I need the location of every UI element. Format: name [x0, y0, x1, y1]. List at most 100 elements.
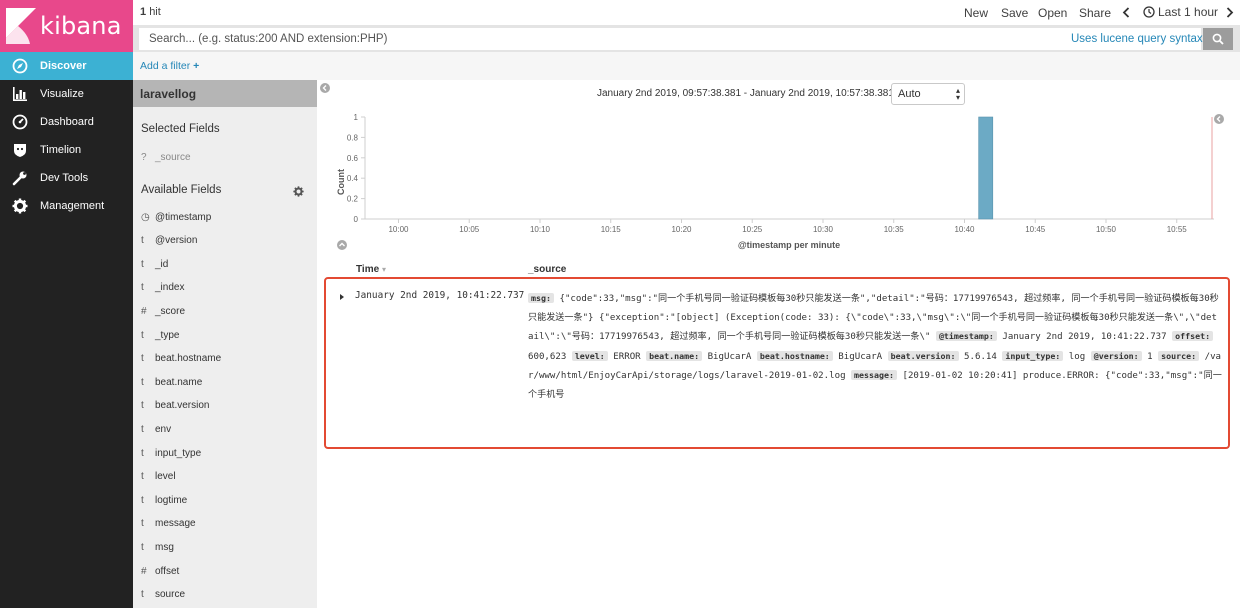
source-field-value: 600,623 [528, 351, 567, 362]
field-name: input_type [155, 447, 202, 459]
field-name: _id [155, 258, 169, 270]
field-item-index[interactable]: t _index [133, 277, 317, 299]
collapse-sidebar-icon[interactable] [320, 83, 330, 93]
add-filter-label: Add a filter [140, 60, 191, 72]
open-button[interactable]: Open [1038, 6, 1067, 20]
field-item-id[interactable]: t _id [133, 253, 317, 275]
selected-field-item[interactable]: ? _source [133, 146, 317, 168]
field-item-beat-name[interactable]: t beat.name [133, 371, 317, 393]
histogram-bar[interactable] [978, 116, 994, 220]
nav-item-timelion[interactable]: Timelion [0, 136, 133, 164]
x-tick-label: 10:45 [1025, 225, 1046, 234]
field-name: beat.name [155, 376, 203, 388]
nav-item-dev-tools[interactable]: Dev Tools [0, 164, 133, 192]
chart-collapse-right-icon[interactable] [1214, 114, 1224, 124]
nav-item-management[interactable]: Management [0, 192, 133, 220]
field-item-source[interactable]: t source [133, 584, 317, 606]
share-button[interactable]: Share [1079, 6, 1111, 20]
available-fields-title: Available Fields [141, 184, 222, 196]
source-field-value: 5.6.14 [964, 351, 997, 362]
field-name: beat.version [155, 400, 210, 412]
compass-icon [11, 57, 29, 75]
clock-icon [1143, 6, 1155, 18]
hit-count-label: hit [149, 6, 161, 18]
nav-item-discover[interactable]: Discover [0, 52, 133, 80]
time-picker-label: Last 1 hour [1158, 5, 1219, 19]
chart-axes: 0 0.2 0.4 0.6 0.8 1 10:00 10:05 10:10 10:15 10:20 1… [347, 113, 1214, 234]
source-field-value: ERROR [613, 351, 641, 362]
kibana-logo[interactable]: kibana [0, 0, 133, 52]
field-item-level[interactable]: t level [133, 466, 317, 488]
search-input[interactable] [139, 28, 1201, 50]
y-tick-label: 0.4 [347, 174, 359, 183]
field-name: @timestamp [155, 211, 212, 223]
index-pattern-header[interactable]: laravellog [133, 80, 317, 107]
source-field-key: @version: [1090, 350, 1142, 361]
document-timestamp: January 2nd 2019, 10:41:22.737 [355, 290, 525, 301]
field-item-beat-hostname[interactable]: t beat.hostname [133, 348, 317, 370]
plus-icon: + [193, 60, 200, 72]
field-name: @version [155, 235, 198, 247]
collapse-chart-icon[interactable] [337, 240, 347, 250]
x-tick-label: 10:25 [742, 225, 763, 234]
field-name: logtime [155, 494, 188, 506]
nav-item-visualize[interactable]: Visualize [0, 80, 133, 108]
field-item-timestamp[interactable]: ◷ @timestamp [133, 206, 317, 228]
hit-count-number: 1 [140, 6, 147, 18]
hit-count: 1 hit [140, 6, 161, 18]
field-name: beat.hostname [155, 353, 222, 365]
nav-item-label: Management [40, 200, 105, 212]
field-name: source [155, 589, 186, 601]
field-item-type[interactable]: t _type [133, 324, 317, 346]
field-item-msg[interactable]: t msg [133, 536, 317, 558]
x-tick-label: 10:30 [813, 225, 834, 234]
field-item-input-type[interactable]: t input_type [133, 442, 317, 464]
source-field-key: beat.version: [887, 350, 959, 361]
save-button[interactable]: Save [1001, 6, 1028, 20]
dashboard-gauge-icon [11, 113, 29, 131]
timelion-shield-icon [11, 141, 29, 159]
field-name: level [155, 471, 176, 483]
nav-item-label: Dashboard [40, 116, 94, 128]
field-name: _score [155, 305, 186, 317]
top-bar: 1 hit New Save Open Share Last 1 hour [133, 0, 1240, 25]
source-field-key: @timestamp: [935, 331, 997, 342]
kibana-logo-mark-icon [6, 8, 36, 44]
source-field-value: BigUcarA [838, 351, 883, 362]
field-name: env [155, 423, 172, 435]
field-item-logtime[interactable]: t logtime [133, 489, 317, 511]
nav-item-label: Timelion [40, 144, 82, 156]
source-field-key: beat.name: [646, 350, 703, 361]
search-button[interactable] [1203, 28, 1233, 50]
x-tick-label: 10:15 [601, 225, 622, 234]
nav-item-dashboard[interactable]: Dashboard [0, 108, 133, 136]
time-picker[interactable]: Last 1 hour [1143, 5, 1218, 19]
chevron-right-icon[interactable] [1226, 7, 1234, 18]
column-header-time[interactable]: Time ▾ [356, 264, 386, 275]
source-field-key: source: [1158, 350, 1200, 361]
field-item-score[interactable]: # _score [133, 300, 317, 322]
add-filter-button[interactable]: Add a filter + [140, 60, 199, 72]
y-tick-label: 0.8 [347, 133, 359, 142]
field-item-offset[interactable]: # offset [133, 560, 317, 582]
kibana-logo-text: kibana [40, 12, 122, 40]
field-settings-gear-icon[interactable] [293, 186, 304, 197]
column-header-time-label: Time [356, 264, 380, 275]
chevron-left-icon[interactable] [1122, 7, 1130, 18]
field-item-env[interactable]: t env [133, 418, 317, 440]
x-tick-label: 10:05 [459, 225, 480, 234]
expand-row-icon[interactable] [339, 293, 345, 301]
field-item-beat-version[interactable]: t beat.version [133, 395, 317, 417]
document-source: msg: {"code":33,"msg":"同一个手机号同一验证码模板每30秒… [528, 289, 1222, 405]
y-tick-label: 1 [354, 113, 359, 122]
field-sidebar: laravellog Selected Fields ? _source Ava… [133, 80, 317, 608]
field-item-message[interactable]: t message [133, 513, 317, 535]
search-bar: Uses lucene query syntax [133, 25, 1240, 52]
source-field-value: log [1068, 351, 1086, 362]
new-button[interactable]: New [964, 6, 988, 20]
interval-select[interactable]: Auto ▴ ▾ [891, 83, 965, 105]
chart-bars[interactable] [978, 116, 994, 220]
field-item-version[interactable]: t @version [133, 230, 317, 252]
x-tick-label: 10:20 [671, 225, 692, 234]
lucene-syntax-link[interactable]: Uses lucene query syntax [1071, 33, 1203, 45]
